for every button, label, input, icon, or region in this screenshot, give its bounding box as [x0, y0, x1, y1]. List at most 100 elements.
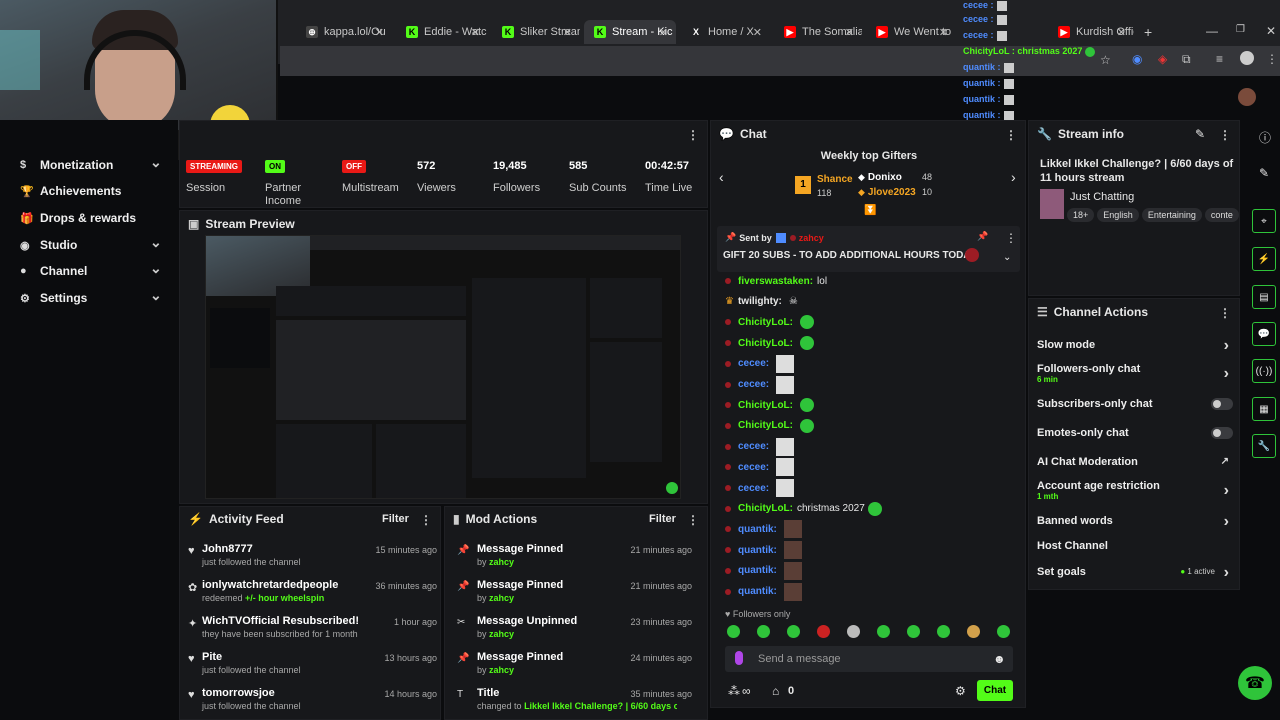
- emote-picker-icon[interactable]: [847, 625, 860, 638]
- chat-username[interactable]: quantik:: [738, 524, 777, 535]
- stream-tag[interactable]: conte: [1204, 208, 1239, 222]
- tab-close-icon[interactable]: ✕: [563, 26, 572, 39]
- chat-message[interactable]: cecee:: [725, 458, 795, 477]
- browser-tab[interactable]: K Sliker Strean ✕: [492, 20, 580, 44]
- mod-action-item[interactable]: 📌 Message Pinned by zahcy 21 minutes ago: [457, 543, 697, 567]
- chat-username[interactable]: ChicityLoL:: [738, 400, 793, 411]
- category-thumb[interactable]: [1040, 189, 1064, 219]
- channel-action-emotes-only-chat[interactable]: Emotes-only chat: [1037, 427, 1233, 439]
- unpin-icon[interactable]: 📌: [977, 231, 988, 242]
- chevron-right-icon[interactable]: ›: [1224, 365, 1229, 383]
- activity-item[interactable]: ♥ John8777 just followed the channel 15 min…: [188, 543, 452, 567]
- puzzle-icon[interactable]: ⧉: [1182, 52, 1191, 67]
- broadcast-icon[interactable]: ((·)): [1252, 359, 1276, 383]
- activity-menu-icon[interactable]: ⋮: [420, 513, 432, 527]
- support-button[interactable]: ☎: [1238, 666, 1272, 700]
- stream-tag[interactable]: English: [1097, 208, 1139, 222]
- emote-picker-icon[interactable]: [997, 625, 1010, 638]
- activity-item[interactable]: ♥ tomorrowsjoe just followed the channel 14…: [188, 687, 452, 711]
- info-icon[interactable]: ⓘ: [1259, 129, 1271, 146]
- category-name[interactable]: Just Chatting: [1070, 191, 1134, 203]
- mod-menu-icon[interactable]: ⋮: [687, 513, 699, 527]
- sidebar-item-achievements[interactable]: 🏆 Achievements: [20, 184, 121, 198]
- pencil-icon[interactable]: ✎: [1259, 166, 1269, 180]
- sidebar-item-studio[interactable]: ◉ Studio ⌄: [20, 234, 162, 252]
- chat-username[interactable]: ChicityLoL:: [738, 317, 793, 328]
- gifters-next-icon[interactable]: ›: [1011, 169, 1016, 185]
- chevron-right-icon[interactable]: ›: [1224, 482, 1229, 500]
- emote-picker-icon[interactable]: [937, 625, 950, 638]
- chevron-right-icon[interactable]: ›: [1224, 337, 1229, 355]
- chat-username[interactable]: cecee:: [738, 462, 769, 473]
- chat-message[interactable]: ChicityLoL:: [725, 313, 814, 331]
- chat-username[interactable]: quantik:: [738, 586, 777, 597]
- chat-message[interactable]: ChicityLoL: christmas 2027: [725, 500, 882, 518]
- menu-icon[interactable]: ≡: [1216, 52, 1223, 66]
- on-badge[interactable]: ON: [265, 160, 285, 173]
- chat-message[interactable]: cecee:: [725, 375, 795, 394]
- external-link-icon[interactable]: ↗: [1221, 456, 1229, 467]
- chat-message[interactable]: cecee:: [725, 479, 795, 497]
- layers-icon[interactable]: ▦: [1252, 397, 1276, 421]
- community-icon[interactable]: ⁂: [728, 684, 740, 698]
- chevron-right-icon[interactable]: ›: [1224, 564, 1229, 582]
- chat-message[interactable]: ♛ twilighty: ☠: [725, 293, 798, 311]
- toggle-switch[interactable]: [1211, 398, 1233, 410]
- stream-info-menu-icon[interactable]: ⋮: [1219, 128, 1231, 142]
- emote-picker-icon[interactable]: [757, 625, 770, 638]
- channel-action-banned-words[interactable]: Banned words ›: [1037, 513, 1233, 530]
- pinned-expand-icon[interactable]: ⌄: [1003, 252, 1011, 263]
- channel-action-ai-chat-moderation[interactable]: AI Chat Moderation ↗: [1037, 456, 1233, 468]
- sidebar-item-settings[interactable]: ⚙ Settings ⌄: [20, 287, 162, 305]
- edit-icon[interactable]: ✎: [1195, 127, 1205, 141]
- chat-username[interactable]: quantik:: [738, 565, 777, 576]
- close-window-icon[interactable]: ✕: [1266, 24, 1276, 38]
- extension-icon[interactable]: ◈: [1158, 52, 1167, 66]
- pinned-message[interactable]: 📌 Sent by zahcy 📌 ⋮ GIFT 20 SUBS - TO AD…: [717, 226, 1020, 272]
- help-icon[interactable]: [666, 482, 678, 494]
- scroll-down-icon[interactable]: ⏬: [864, 205, 876, 216]
- chat-username[interactable]: twilighty:: [738, 296, 782, 307]
- chat-username[interactable]: quantik:: [738, 545, 777, 556]
- profile-icon[interactable]: [1240, 51, 1254, 65]
- chat-username[interactable]: cecee:: [738, 483, 769, 494]
- tab-close-icon[interactable]: ✕: [753, 26, 762, 39]
- chat-message[interactable]: quantik:: [725, 582, 802, 601]
- chat-message[interactable]: ChicityLoL:: [725, 396, 814, 414]
- toggle-switch[interactable]: [1211, 427, 1233, 439]
- tab-close-icon[interactable]: ✕: [939, 26, 948, 39]
- sidebar-item-monetization[interactable]: $ Monetization ⌄: [20, 154, 162, 172]
- stream-tag[interactable]: 18+: [1067, 208, 1095, 222]
- chat-message[interactable]: fiverswastaken: lol: [725, 272, 827, 290]
- activity-item[interactable]: ✿ ionlywatchretardedpeople redeemed +/- ho…: [188, 579, 452, 603]
- browser-tab[interactable]: ▶ The Somalia ✕: [774, 20, 862, 44]
- restore-icon[interactable]: ❐: [1236, 24, 1245, 35]
- activity-item[interactable]: ♥ Pite just followed the channel 13 hours a…: [188, 651, 452, 675]
- chat-username[interactable]: ChicityLoL:: [738, 338, 793, 349]
- chat-settings-icon[interactable]: ⚙: [955, 684, 966, 698]
- chat-message[interactable]: ChicityLoL:: [725, 334, 814, 352]
- chevron-right-icon[interactable]: ›: [1224, 513, 1229, 531]
- browser-tab[interactable]: K Stream - Kic ✕: [584, 20, 676, 44]
- bookmark-star-icon[interactable]: ☆: [1100, 53, 1111, 67]
- target-icon[interactable]: ⌖: [1252, 209, 1276, 233]
- mod-action-item[interactable]: ✂ Message Unpinned by zahcy 23 minutes ago: [457, 615, 697, 639]
- browser-tab[interactable]: X Home / X ✕: [680, 20, 770, 44]
- emote-picker-icon[interactable]: [727, 625, 740, 638]
- chat-input[interactable]: Send a message ☻: [725, 646, 1013, 672]
- tab-close-icon[interactable]: ✕: [659, 26, 668, 39]
- sidebar-item-channel[interactable]: ● Channel ⌄: [20, 260, 162, 278]
- mod-action-item[interactable]: 📌 Message Pinned by zahcy 21 minutes ago: [457, 579, 697, 603]
- stream-preview-video[interactable]: [205, 235, 681, 499]
- emote-picker-icon[interactable]: [817, 625, 830, 638]
- channel-actions-menu-icon[interactable]: ⋮: [1219, 306, 1231, 320]
- extension-icon[interactable]: ◉: [1132, 52, 1142, 66]
- wrench-icon[interactable]: 🔧: [1252, 434, 1276, 458]
- tab-close-icon[interactable]: ✕: [1117, 26, 1126, 39]
- channel-action-followers-only-chat[interactable]: Followers-only chat 6 min ›: [1037, 363, 1233, 384]
- browser-tab[interactable]: ▶ We Went to ✕: [866, 20, 956, 44]
- channel-action-account-age-restriction[interactable]: Account age restriction 1 mth ›: [1037, 480, 1233, 501]
- emote-picker-icon[interactable]: [967, 625, 980, 638]
- lightning-icon[interactable]: ⚡: [1252, 247, 1276, 271]
- address-bar[interactable]: ☆ ◉ ◈ ⧉ ≡ ⋮: [280, 46, 1280, 76]
